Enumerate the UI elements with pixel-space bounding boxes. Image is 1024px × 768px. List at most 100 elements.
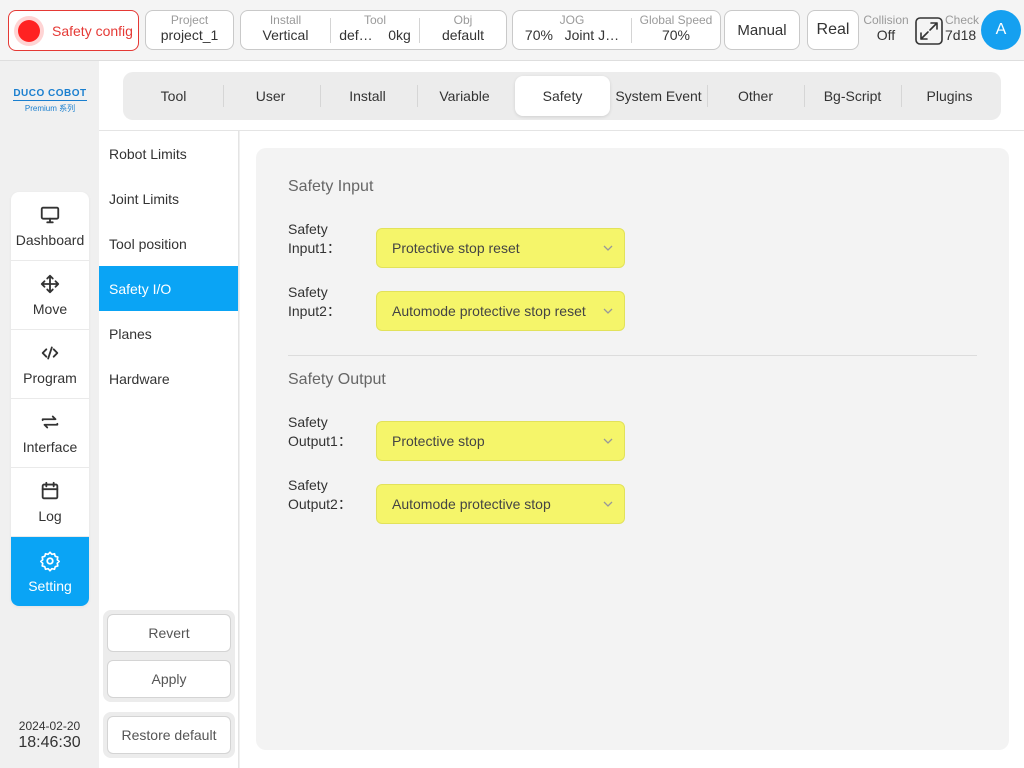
select-value: Automode protective stop reset bbox=[392, 303, 586, 319]
duco-cobot-logo: DUCO COBOT Premium 系列 bbox=[10, 83, 90, 114]
main-nav-group: Dashboard Move Program Interface Log Set… bbox=[11, 192, 89, 606]
user-avatar[interactable]: A bbox=[981, 10, 1021, 50]
nav-item-move[interactable]: Move bbox=[11, 261, 89, 330]
collision-status[interactable]: Collision Off bbox=[862, 13, 910, 44]
logo-sub-text: Premium 系列 bbox=[24, 104, 76, 113]
project-display[interactable]: Project project_1 bbox=[145, 10, 234, 50]
install-label: Install bbox=[269, 13, 302, 27]
tab-plugins[interactable]: Plugins bbox=[903, 76, 996, 116]
global-speed-label: Global Speed bbox=[639, 13, 713, 27]
swap-icon bbox=[41, 415, 59, 429]
check-value: 7d18 bbox=[945, 27, 977, 43]
check-label: Check bbox=[945, 13, 980, 27]
submenu-item-hardware[interactable]: Hardware bbox=[99, 356, 238, 401]
restore-default-button[interactable]: Restore default bbox=[107, 716, 231, 754]
revert-apply-group: Revert Apply bbox=[103, 610, 235, 702]
tab-other[interactable]: Other bbox=[709, 76, 802, 116]
select-value: Protective stop reset bbox=[392, 240, 520, 256]
nav-item-label: Setting bbox=[28, 577, 72, 594]
install-tool-obj-display[interactable]: Install Vertical Tool def… 0kg Obj defau… bbox=[240, 10, 507, 50]
safety-submenu: Robot Limits Joint Limits Tool position … bbox=[99, 131, 239, 768]
real-mode-button[interactable]: Real bbox=[807, 10, 859, 50]
label-line: Safety bbox=[288, 284, 328, 300]
submenu-item-tool-position[interactable]: Tool position bbox=[99, 221, 238, 266]
nav-item-program[interactable]: Program bbox=[11, 330, 89, 399]
safety-output2-label: Safety Output2： bbox=[288, 476, 352, 514]
tab-tool[interactable]: Tool bbox=[127, 76, 220, 116]
tab-install[interactable]: Install bbox=[321, 76, 414, 116]
safety-config-button[interactable]: Safety config bbox=[8, 10, 139, 51]
label-line: Safety bbox=[288, 414, 328, 430]
revert-button[interactable]: Revert bbox=[107, 614, 231, 652]
code-icon bbox=[41, 346, 59, 360]
safety-output2-select[interactable]: Automode protective stop bbox=[376, 484, 625, 524]
collision-label: Collision bbox=[863, 13, 909, 27]
check-status[interactable]: Check 7d18 bbox=[945, 13, 981, 44]
label-line: Output1： bbox=[288, 433, 352, 449]
chevron-down-icon bbox=[603, 438, 613, 444]
safety-output1-select[interactable]: Protective stop bbox=[376, 421, 625, 461]
jog-mode-value: Joint J… bbox=[564, 27, 620, 43]
select-value: Protective stop bbox=[392, 433, 485, 449]
safety-output-title: Safety Output bbox=[288, 371, 386, 388]
submenu-item-joint-limits[interactable]: Joint Limits bbox=[99, 176, 238, 221]
safety-input2-label: Safety Input2： bbox=[288, 283, 341, 321]
tab-user[interactable]: User bbox=[224, 76, 317, 116]
tab-safety[interactable]: Safety bbox=[515, 76, 610, 116]
label-line: Input2： bbox=[288, 303, 341, 319]
section-divider bbox=[288, 355, 977, 356]
tab-bg-script[interactable]: Bg-Script bbox=[806, 76, 899, 116]
nav-item-label: Move bbox=[32, 301, 68, 317]
obj-label: Obj bbox=[453, 13, 473, 27]
expand-icon[interactable] bbox=[914, 16, 944, 46]
date-text: 2024-02-20 bbox=[18, 719, 81, 733]
project-value: project_1 bbox=[160, 27, 219, 43]
nav-item-dashboard[interactable]: Dashboard bbox=[11, 192, 89, 261]
install-value: Vertical bbox=[262, 27, 309, 43]
select-value: Automode protective stop bbox=[392, 496, 551, 512]
tool-weight-value: 0kg bbox=[388, 27, 411, 43]
monitor-icon bbox=[40, 206, 60, 224]
safety-io-panel: Safety Input Safety Input1： Protective s… bbox=[256, 148, 1009, 750]
nav-item-log[interactable]: Log bbox=[11, 468, 89, 537]
top-status-bar: Safety config Project project_1 Install … bbox=[0, 0, 1024, 61]
move-arrows-icon bbox=[40, 274, 60, 294]
safety-output1-label: Safety Output1： bbox=[288, 413, 352, 451]
project-label: Project bbox=[170, 13, 209, 27]
tab-variable[interactable]: Variable bbox=[418, 76, 511, 116]
jog-speed-value: 70% bbox=[524, 27, 553, 43]
label-line: Safety bbox=[288, 477, 328, 493]
safety-input2-select[interactable]: Automode protective stop reset bbox=[376, 291, 625, 331]
chevron-down-icon bbox=[603, 501, 613, 507]
safety-input1-select[interactable]: Protective stop reset bbox=[376, 228, 625, 268]
chevron-down-icon bbox=[603, 245, 613, 251]
safety-input1-label: Safety Input1： bbox=[288, 220, 341, 258]
nav-item-label: Log bbox=[38, 508, 62, 524]
logo-main-text: DUCO COBOT bbox=[13, 88, 87, 101]
label-line: Input1： bbox=[288, 240, 341, 256]
submenu-item-robot-limits[interactable]: Robot Limits bbox=[99, 131, 238, 176]
jog-label: JOG bbox=[559, 13, 585, 27]
submenu-item-planes[interactable]: Planes bbox=[99, 311, 238, 356]
collision-value: Off bbox=[876, 27, 896, 43]
tool-name-value: def… bbox=[339, 27, 373, 43]
nav-item-interface[interactable]: Interface bbox=[11, 399, 89, 468]
tool-label: Tool bbox=[363, 13, 386, 27]
tab-system-event[interactable]: System Event bbox=[612, 76, 705, 116]
settings-tabs: Tool User Install Variable Safety System… bbox=[123, 72, 1001, 120]
settings-tabs-bar: Tool User Install Variable Safety System… bbox=[99, 61, 1024, 131]
manual-mode-button[interactable]: Manual bbox=[724, 10, 800, 50]
global-speed-value: 70% bbox=[661, 27, 691, 43]
divider bbox=[707, 85, 708, 107]
datetime-display: 2024-02-20 18:46:30 bbox=[0, 719, 99, 752]
apply-button[interactable]: Apply bbox=[107, 660, 231, 698]
submenu-item-safety-io[interactable]: Safety I/O bbox=[99, 266, 238, 311]
safety-config-label: Safety config bbox=[52, 22, 133, 39]
nav-item-setting[interactable]: Setting bbox=[11, 537, 89, 606]
divider bbox=[804, 85, 805, 107]
left-navigation: DUCO COBOT Premium 系列 Dashboard Move Pro… bbox=[0, 61, 99, 768]
nav-item-label: Program bbox=[23, 370, 77, 386]
jog-speed-display[interactable]: JOG 70% Joint J… Global Speed 70% bbox=[512, 10, 721, 50]
restore-group: Restore default bbox=[103, 712, 235, 758]
chevron-down-icon bbox=[603, 308, 613, 314]
